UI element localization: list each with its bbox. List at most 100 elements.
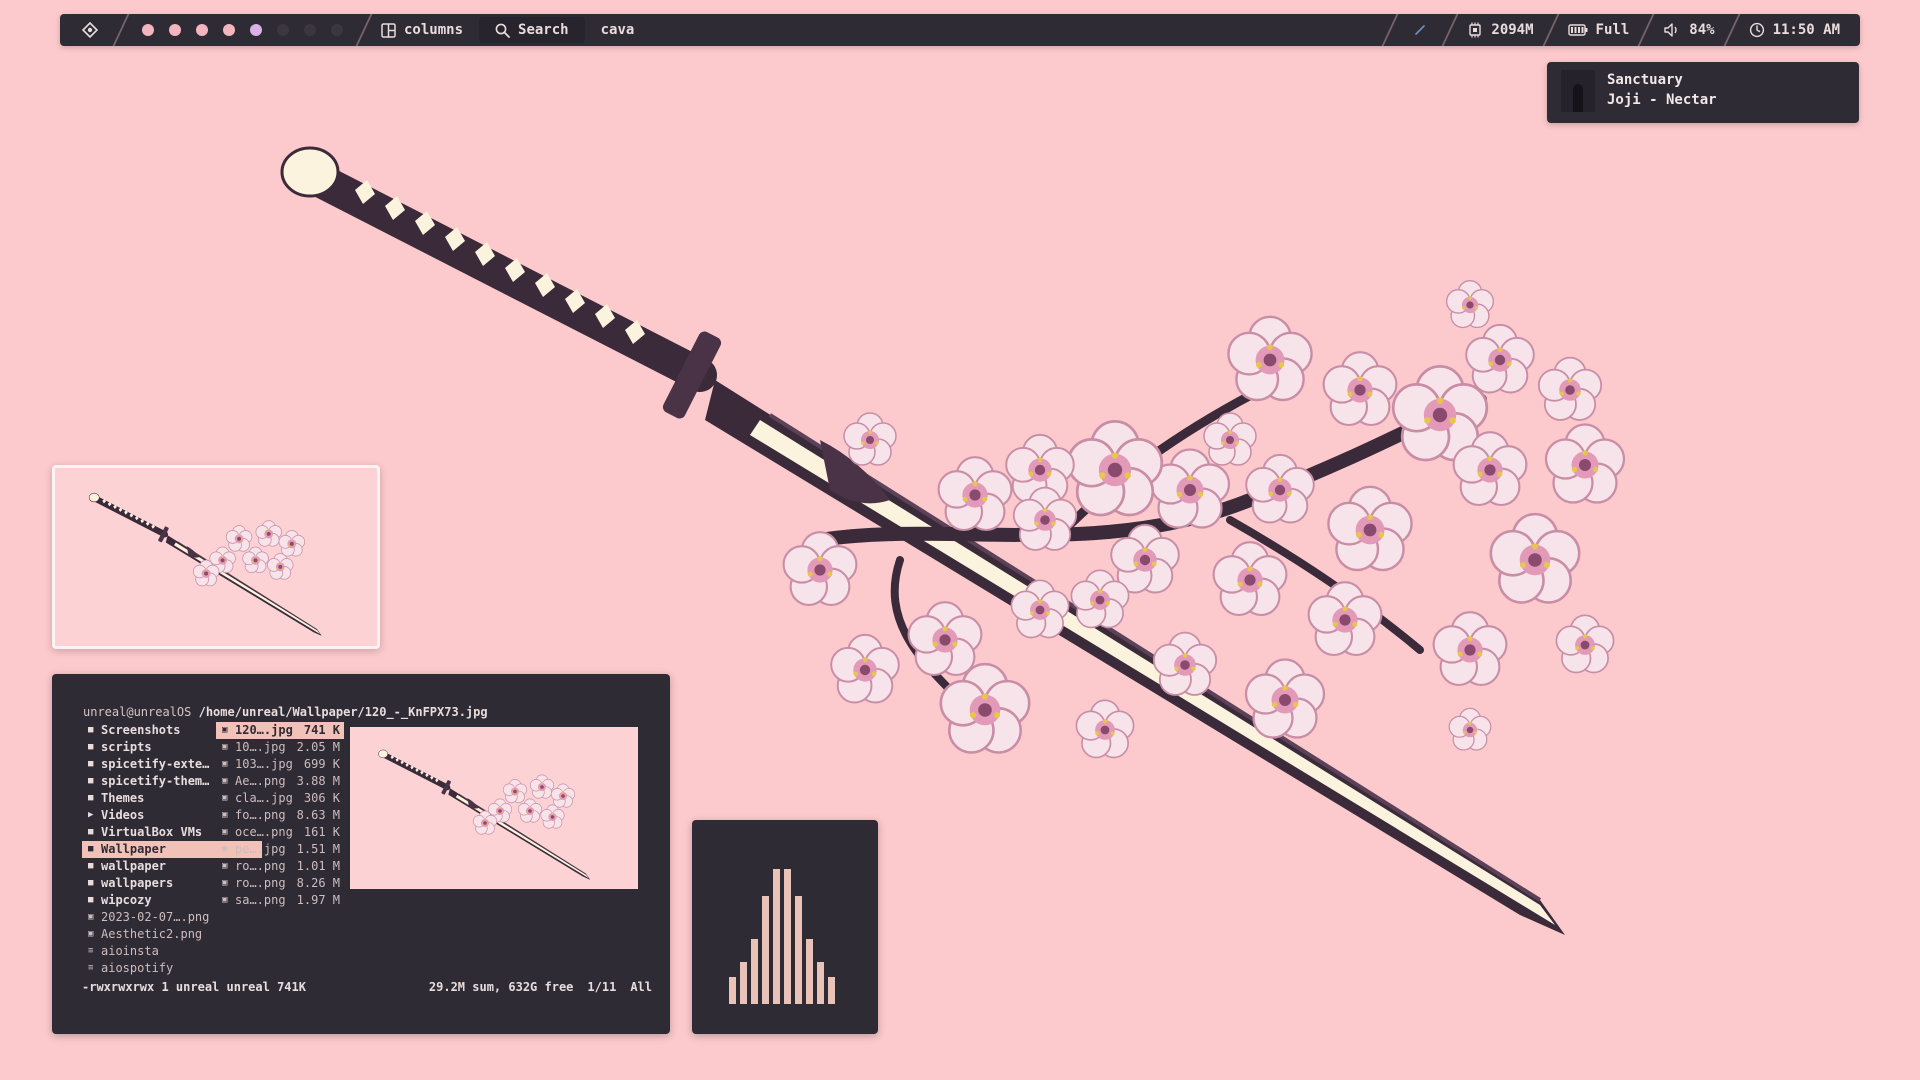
album-art <box>1561 70 1595 112</box>
ranger-path-bar: unreal@unrealOS /home/unreal/Wallpaper/1… <box>83 705 488 719</box>
directory-entry[interactable]: ▣ Aesthetic2.png <box>82 926 262 943</box>
cpu-icon <box>1467 22 1483 38</box>
memory-value: 2094M <box>1491 22 1534 38</box>
folder-icon: ■ <box>88 895 94 905</box>
folder-icon: ■ <box>88 759 94 769</box>
file-entry-size: 3.88 M <box>296 774 340 788</box>
directory-entry-name: Aesthetic2.png <box>101 927 203 941</box>
layout-label: columns <box>404 22 464 38</box>
track-title: Sanctuary <box>1607 72 1683 88</box>
search-label: Search <box>518 22 569 38</box>
cava-bar <box>773 869 780 1004</box>
file-entry-size: 8.26 M <box>296 876 340 890</box>
file-entry[interactable]: ▣ 10….jpg 2.05 M <box>216 739 344 756</box>
scroll-indicator: All <box>630 980 652 994</box>
workspace-3-dot[interactable] <box>196 24 208 36</box>
search-icon <box>495 23 510 38</box>
file-entry[interactable]: ▣ sa….png 1.97 M <box>216 892 344 909</box>
file-entry-name: 10….jpg <box>235 740 286 754</box>
cava-bar <box>740 962 747 1004</box>
image-file-icon: ▣ <box>222 742 228 752</box>
launcher-icon <box>82 22 98 38</box>
file-entry-name: oce….png <box>235 825 293 839</box>
image-file-icon: ▣ <box>222 827 228 837</box>
directory-entry-name: spicetify-them… <box>101 774 210 788</box>
directory-entry[interactable]: ▣ 2023-02-07….png <box>82 909 262 926</box>
workspace-4-dot[interactable] <box>223 24 235 36</box>
workspace-8-dot[interactable] <box>331 24 343 36</box>
workspace-1-dot[interactable] <box>142 24 154 36</box>
battery-value: Full <box>1595 22 1630 38</box>
pen-icon <box>1415 25 1426 35</box>
current-directory-column: ▣ 120….jpg 741 K ▣ 10….jpg 2.05 M ▣ 103….jpg 699… <box>216 722 344 909</box>
folder-icon: ■ <box>88 742 94 752</box>
file-entry[interactable]: ▣ Ae….png 3.88 M <box>216 773 344 790</box>
folder-icon: ■ <box>88 725 94 735</box>
file-preview-image <box>350 727 638 889</box>
volume-value: 84% <box>1689 22 1715 38</box>
image-file-icon: ▣ <box>88 929 94 939</box>
memory-widget[interactable]: 2094M <box>1451 14 1549 46</box>
video-folder-icon: ▶ <box>88 810 94 820</box>
directory-entry-name: aiospotify <box>101 961 174 975</box>
ranger-status-bar: -rwxrwxrwx 1 unreal unreal 741K 29.2M su… <box>82 980 652 994</box>
volume-widget[interactable]: 84% <box>1647 14 1730 46</box>
image-file-icon: ▣ <box>222 878 228 888</box>
image-file-icon: ▣ <box>222 895 228 905</box>
file-entry[interactable]: ▣ fo….png 8.63 M <box>216 807 344 824</box>
file-entry-size: 161 K <box>303 825 340 839</box>
file-entry-name: sa….png <box>235 893 286 907</box>
workspace-5-dot[interactable] <box>250 24 262 36</box>
image-file-icon: ▣ <box>88 912 94 922</box>
image-file-icon: ▣ <box>222 844 228 854</box>
file-preview <box>350 727 638 889</box>
battery-widget[interactable]: Full <box>1552 14 1646 46</box>
text-file-icon: ≡ <box>88 963 94 973</box>
file-entry-size: 1.97 M <box>296 893 340 907</box>
file-entry[interactable]: ▣ ro….png 1.01 M <box>216 858 344 875</box>
folder-icon: ■ <box>88 861 94 871</box>
launcher-button[interactable] <box>60 14 120 46</box>
now-playing-widget[interactable]: Sanctuary Joji - Nectar <box>1547 62 1859 123</box>
search-button[interactable]: Search <box>479 17 585 43</box>
clock-value: 11:50 AM <box>1772 22 1840 38</box>
workspace-7-dot[interactable] <box>304 24 316 36</box>
cava-visualizer-window[interactable] <box>692 820 878 1034</box>
image-file-icon: ▣ <box>222 776 228 786</box>
cava-bar <box>828 977 835 1004</box>
ranger-path: /home/unreal/Wallpaper/120_-_KnFPX73.jpg <box>198 705 488 719</box>
workspace-6-dot[interactable] <box>277 24 289 36</box>
directory-entry-name: Wallpaper <box>101 842 167 856</box>
workspace-indicator <box>122 24 363 36</box>
image-preview-window[interactable] <box>52 465 380 649</box>
file-permissions: -rwxrwxrwx 1 unreal unreal 741K <box>82 980 306 994</box>
workspace-2-dot[interactable] <box>169 24 181 36</box>
preview-thumbnail <box>57 468 375 646</box>
directory-entry-name: Videos <box>101 808 145 822</box>
file-manager-window[interactable]: unreal@unrealOS /home/unreal/Wallpaper/1… <box>52 674 670 1034</box>
file-entry[interactable]: ▣ 103….jpg 699 K <box>216 756 344 773</box>
file-entry-name: pe….jpg <box>235 842 286 856</box>
file-entry-size: 8.63 M <box>296 808 340 822</box>
layout-button[interactable]: columns <box>365 14 479 46</box>
directory-entry[interactable]: ≡ aioinsta <box>82 943 262 960</box>
file-entry-size: 306 K <box>303 791 340 805</box>
image-file-icon: ▣ <box>222 725 228 735</box>
folder-icon: ■ <box>88 776 94 786</box>
pen-tray-item[interactable] <box>1391 14 1449 46</box>
file-entry[interactable]: ▣ oce….png 161 K <box>216 824 344 841</box>
cava-bar <box>806 939 813 1004</box>
file-entry[interactable]: ▣ ro….png 8.26 M <box>216 875 344 892</box>
file-entry-size: 2.05 M <box>296 740 340 754</box>
file-entry[interactable]: ▣ cla….jpg 306 K <box>216 790 344 807</box>
directory-entry[interactable]: ≡ aiospotify <box>82 960 262 977</box>
file-entry[interactable]: ▣ pe….jpg 1.51 M <box>216 841 344 858</box>
clock-widget[interactable]: 11:50 AM <box>1733 14 1860 46</box>
directory-entry-name: scripts <box>101 740 152 754</box>
directory-entry-name: aioinsta <box>101 944 159 958</box>
cava-bar <box>817 962 824 1004</box>
image-file-icon: ▣ <box>222 793 228 803</box>
file-entry[interactable]: ▣ 120….jpg 741 K <box>216 722 344 739</box>
disk-summary: 29.2M sum, 632G free <box>428 980 574 994</box>
ranger-user: unreal@unrealOS <box>83 705 192 719</box>
